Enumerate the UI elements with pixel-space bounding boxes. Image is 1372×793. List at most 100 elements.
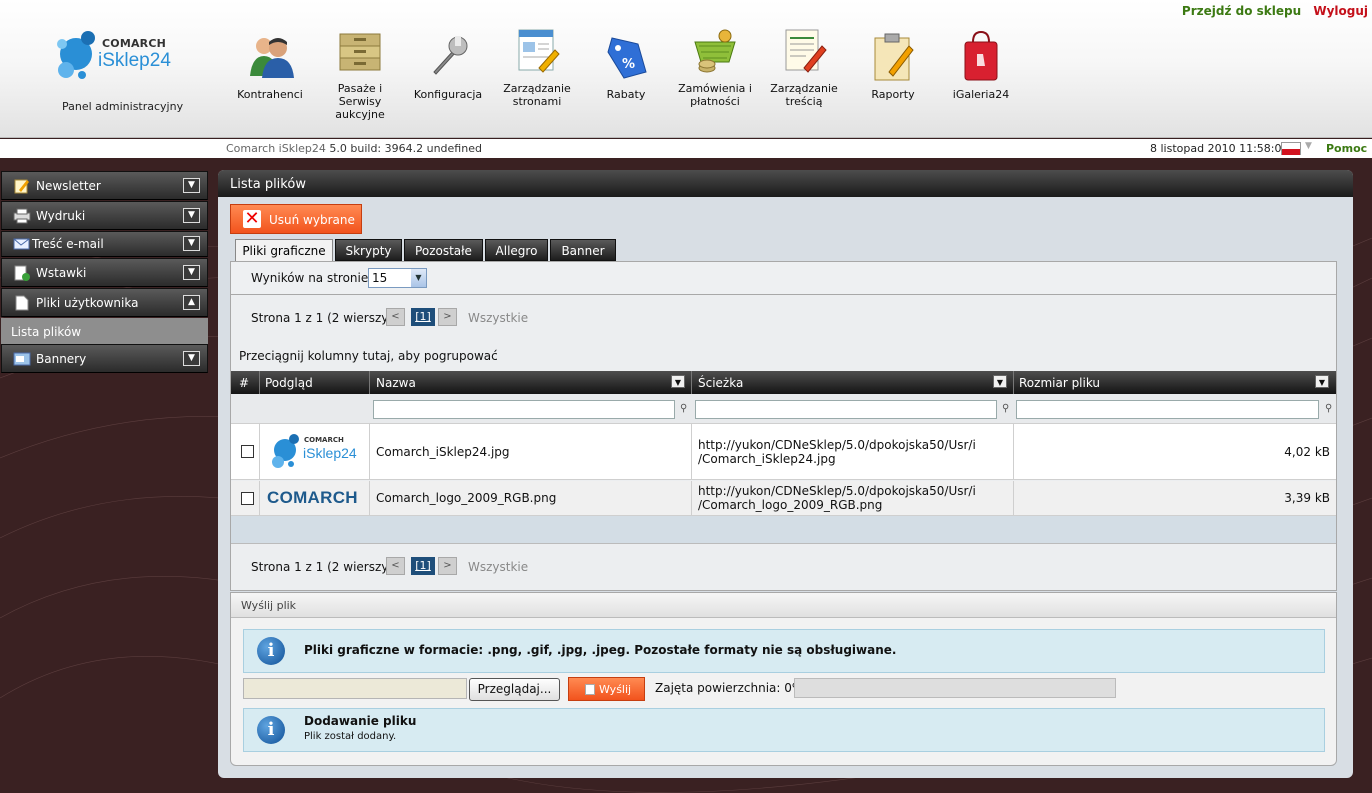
- go-to-shop-link[interactable]: Przejdź do sklepu: [1182, 4, 1301, 18]
- sidebar-item-label: Wydruki: [36, 209, 86, 223]
- logo-name: iSklep24: [98, 50, 171, 71]
- file-path: http://yukon/CDNeSklep/5.0/dpokojska50/U…: [698, 484, 976, 512]
- preview-thumbnail[interactable]: COMARCH: [267, 488, 358, 508]
- toolbar-content[interactable]: Zarządzanie treścią: [759, 22, 849, 108]
- file-icon: [13, 295, 31, 311]
- format-info-text: Pliki graficzne w formacie: .png, .gif, …: [304, 643, 897, 657]
- column-menu-icon[interactable]: ▼: [1315, 375, 1329, 388]
- tab-banner[interactable]: Banner: [550, 239, 616, 261]
- group-by-hint[interactable]: Przeciągnij kolumny tutaj, aby pogrupowa…: [239, 349, 498, 363]
- filter-size-input[interactable]: [1016, 400, 1319, 419]
- chevron-up-icon[interactable]: ▲: [183, 295, 200, 310]
- filter-icon[interactable]: ⚲: [1325, 403, 1332, 414]
- toolbar-auctions[interactable]: Pasaże i Serwisy aukcyjne: [315, 22, 405, 121]
- table-row[interactable]: COMARCH Comarch_logo_2009_RGB.png http:/…: [231, 481, 1336, 516]
- filter-icon[interactable]: ⚲: [1002, 403, 1009, 414]
- toolbar-label: Konfiguracja: [413, 88, 483, 101]
- chevron-down-icon[interactable]: ▼: [183, 178, 200, 193]
- upload-panel: Wyślij plik i Pliki graficzne w formacie…: [230, 592, 1337, 766]
- usage-progress-bar: [794, 678, 1116, 698]
- filter-path-input[interactable]: [695, 400, 997, 419]
- sidebar-item-email-content[interactable]: Treść e-mail ▼: [1, 231, 208, 257]
- column-header-size[interactable]: Rozmiar pliku: [1019, 376, 1100, 390]
- table-header: # Podgląd Nazwa ▼ Ścieżka ▼ Rozmiar plik…: [231, 371, 1336, 394]
- per-page-select[interactable]: 15 ▼: [368, 268, 427, 288]
- file-name[interactable]: Comarch_iSklep24.jpg: [376, 445, 510, 459]
- toolbar-reports[interactable]: Raporty: [848, 28, 938, 101]
- sidebar-item-label: Newsletter: [36, 179, 101, 193]
- logo[interactable]: COMARCH iSklep24: [50, 28, 190, 88]
- envelope-icon: [13, 236, 31, 252]
- logo-bubbles-icon: [57, 31, 95, 79]
- show-all-link[interactable]: Wszystkie: [468, 560, 528, 574]
- filter-name-input[interactable]: [373, 400, 675, 419]
- language-flag-icon[interactable]: [1281, 142, 1301, 155]
- file-table: # Podgląd Nazwa ▼ Ścieżka ▼ Rozmiar plik…: [231, 371, 1336, 424]
- top-links: Przejdź do sklepu Wyloguj: [1182, 4, 1368, 18]
- insert-icon: [13, 265, 31, 281]
- browse-button[interactable]: Przeglądaj...: [469, 678, 560, 701]
- next-page-button[interactable]: >: [438, 557, 457, 575]
- chevron-down-icon[interactable]: ▼: [411, 269, 426, 287]
- prev-page-button[interactable]: <: [386, 557, 405, 575]
- table-row[interactable]: COMARCH iSklep24 Comarch_iSklep24.jpg ht…: [231, 424, 1336, 480]
- column-header-path[interactable]: Ścieżka: [698, 376, 743, 390]
- toolbar-label: Pasaże i Serwisy aukcyjne: [335, 82, 385, 121]
- sidebar-item-inserts[interactable]: Wstawki ▼: [1, 258, 208, 287]
- build-product: Comarch iSklep24: [226, 142, 326, 155]
- file-grid: Wyników na stronie: 15 ▼ Strona 1 z 1 (2…: [230, 261, 1337, 591]
- toolbar-config[interactable]: Konfiguracja: [403, 28, 493, 101]
- chevron-down-icon[interactable]: ▼: [1305, 141, 1312, 151]
- logout-link[interactable]: Wyloguj: [1313, 4, 1368, 18]
- next-page-button[interactable]: >: [438, 308, 457, 326]
- per-page-value: 15: [372, 271, 388, 285]
- show-all-link[interactable]: Wszystkie: [468, 311, 528, 325]
- column-menu-icon[interactable]: ▼: [993, 375, 1007, 388]
- column-header-name[interactable]: Nazwa: [376, 376, 416, 390]
- tab-other[interactable]: Pozostałe: [404, 239, 483, 261]
- send-button[interactable]: Wyślij: [568, 677, 645, 701]
- sidebar-item-newsletter[interactable]: Newsletter ▼: [1, 171, 208, 200]
- chevron-down-icon[interactable]: ▼: [183, 265, 200, 280]
- file-name[interactable]: Comarch_logo_2009_RGB.png: [376, 491, 556, 505]
- delete-icon: ✕: [243, 208, 261, 229]
- toolbar-pages[interactable]: Zarządzanie stronami: [492, 22, 582, 108]
- chevron-down-icon[interactable]: ▼: [183, 236, 200, 251]
- column-header-preview[interactable]: Podgląd: [265, 376, 313, 390]
- sidebar-item-user-files[interactable]: Pliki użytkownika ▲: [1, 288, 208, 317]
- column-menu-icon[interactable]: ▼: [671, 375, 685, 388]
- sidebar-item-prints[interactable]: Wydruki ▼: [1, 201, 208, 230]
- toolbar-label: Zamówienia i płatności: [678, 82, 752, 108]
- chevron-down-icon[interactable]: ▼: [183, 208, 200, 223]
- upload-title: Wyślij plik: [231, 593, 1336, 618]
- contacts-icon: [242, 28, 298, 84]
- column-header-number[interactable]: #: [239, 376, 249, 390]
- build-info: Comarch iSklep24 5.0 build: 3964.2 undef…: [226, 142, 482, 155]
- filter-icon[interactable]: ⚲: [680, 403, 687, 414]
- toolbar-gallery[interactable]: iGaleria24: [936, 28, 1026, 101]
- success-text: Plik został dodany.: [304, 731, 397, 742]
- toolbar-orders[interactable]: Zamówienia i płatności: [670, 22, 760, 108]
- prev-page-button[interactable]: <: [386, 308, 405, 326]
- archive-icon: [332, 22, 388, 78]
- chevron-down-icon[interactable]: ▼: [183, 351, 200, 366]
- toolbar-discounts[interactable]: % Rabaty: [581, 28, 671, 101]
- tab-allegro[interactable]: Allegro: [485, 239, 548, 261]
- file-path-line1: http://yukon/CDNeSklep/5.0/dpokojska50/U…: [698, 484, 976, 498]
- delete-selected-button[interactable]: ✕ Usuń wybrane: [230, 204, 362, 234]
- info-icon: i: [257, 637, 285, 665]
- banner-icon: [13, 351, 31, 367]
- sidebar-subitem-file-list[interactable]: Lista plików: [1, 318, 208, 344]
- file-path-input[interactable]: [243, 678, 467, 699]
- delete-selected-label: Usuń wybrane: [269, 213, 355, 227]
- preview-thumbnail[interactable]: COMARCH iSklep24: [271, 432, 361, 472]
- current-page-link[interactable]: [1]: [411, 308, 435, 326]
- sidebar-item-banners[interactable]: Bannery ▼: [1, 344, 208, 373]
- tab-scripts[interactable]: Skrypty: [335, 239, 402, 261]
- file-size: 4,02 kB: [1284, 445, 1330, 459]
- help-link[interactable]: Pomoc: [1326, 142, 1367, 155]
- tab-images[interactable]: Pliki graficzne: [235, 239, 333, 262]
- toolbar-contacts[interactable]: Kontrahenci: [225, 28, 315, 101]
- current-page-link[interactable]: [1]: [411, 557, 435, 575]
- toolbar-label: Kontrahenci: [237, 88, 303, 101]
